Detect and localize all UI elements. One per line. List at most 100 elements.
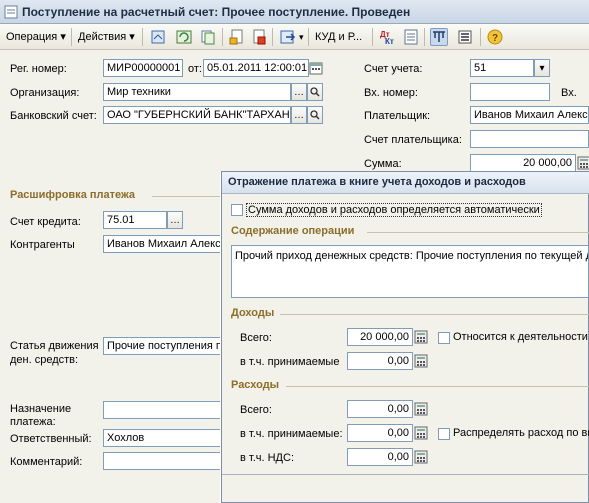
responsible-label: Ответственный: (10, 433, 92, 445)
toolbar-separator (142, 28, 143, 46)
expense-vat-field[interactable]: 0,00 (347, 448, 413, 466)
credit-account-label: Счет кредита: (10, 216, 81, 228)
responsible-field[interactable]: Хохлов (103, 429, 221, 447)
activity-checkbox[interactable] (438, 332, 450, 344)
toolbar-separator (372, 28, 373, 46)
search-icon[interactable] (307, 83, 323, 101)
help-icon[interactable]: ? (486, 28, 504, 46)
print-form-icon[interactable] (402, 28, 420, 46)
bank-account-label: Банковский счет: (10, 110, 97, 122)
toolbar-separator (71, 28, 72, 46)
calculator-icon[interactable] (414, 426, 428, 440)
income-total-label: Всего: (240, 332, 272, 344)
account-field[interactable]: 51 (470, 59, 534, 77)
chevron-down-icon: ▾ (299, 32, 304, 42)
list-icon[interactable] (456, 28, 474, 46)
select-button[interactable]: … (291, 83, 307, 101)
expense-total-field[interactable]: 0,00 (347, 400, 413, 418)
comment-label: Комментарий: (10, 456, 83, 468)
sum-field[interactable]: 20 000,00 (470, 154, 576, 172)
unpost-icon[interactable] (250, 28, 268, 46)
toolbar-separator (222, 28, 223, 46)
section-divider (367, 232, 589, 233)
kud-button[interactable]: КУД и Р... (313, 28, 364, 46)
svg-text:Кт: Кт (385, 37, 394, 45)
window-title: Поступление на расчетный счет: Прочее по… (22, 5, 411, 19)
purpose-label: Назначение (10, 403, 72, 415)
dialog-title: Отражение платежа в книге учета доходов … (228, 176, 526, 188)
payer-account-field[interactable] (470, 130, 589, 148)
income-accepted-field[interactable]: 0,00 (347, 352, 413, 370)
go-to-icon[interactable] (279, 28, 297, 46)
dialog-title-bar: Отражение платежа в книге учета доходов … (222, 172, 589, 194)
calculator-icon[interactable] (414, 330, 428, 344)
toolbar-separator (480, 28, 481, 46)
expense-accepted-label: в т.ч. принимаемые: (240, 428, 343, 440)
auto-sum-checkbox-label[interactable]: Сумма доходов и расходов определяется ав… (246, 203, 542, 217)
distribute-checkbox[interactable] (438, 428, 450, 440)
calculator-icon[interactable] (414, 402, 428, 416)
cashflow-field[interactable]: Прочие поступления п (103, 337, 221, 355)
toolbar-separator (272, 28, 273, 46)
account-label: Счет учета: (364, 63, 423, 75)
calendar-icon[interactable] (309, 61, 323, 75)
date-from-label: от: (188, 63, 202, 75)
payer-label: Плательщик: (364, 110, 431, 122)
cashflow-label: Статья движения (10, 340, 99, 352)
cashflow-label-line2: ден. средств: (10, 354, 79, 366)
dtkt-icon[interactable]: Дт Кт (379, 28, 397, 46)
copy-icon[interactable] (199, 28, 217, 46)
organization-field[interactable]: Мир техники (103, 83, 291, 101)
toolbar-separator (424, 28, 425, 46)
purpose-field[interactable] (103, 401, 221, 419)
credit-account-field[interactable]: 75.01 (103, 211, 167, 229)
operation-menu[interactable]: Операция ▾ (4, 28, 68, 46)
date-field[interactable]: 05.01.2011 12:00:01 (203, 59, 309, 77)
search-icon[interactable] (307, 106, 323, 124)
payer-account-label: Счет плательщика: (364, 134, 462, 146)
chevron-down-icon[interactable]: ▾ (534, 59, 550, 77)
incoming-date-label: Вх. (561, 87, 577, 99)
calculator-icon[interactable] (414, 450, 428, 464)
document-icon (4, 5, 18, 19)
content-textarea[interactable]: Прочий приход денежных средств: Прочие п… (231, 245, 589, 298)
income-total-field[interactable]: 20 000,00 (347, 328, 413, 346)
refresh-icon[interactable] (175, 28, 193, 46)
activity-checkbox-label[interactable]: Относится к деятельности (453, 331, 588, 343)
toolbar: Операция ▾ Действия ▾ ▾ КУД и Р... Дт Кт … (0, 24, 589, 50)
select-button[interactable]: … (291, 106, 307, 124)
auto-sum-checkbox[interactable] (231, 204, 243, 216)
section-divider (280, 314, 589, 315)
incoming-number-label: Вх. номер: (364, 87, 418, 99)
calculator-icon[interactable] (414, 354, 428, 368)
calculator-icon[interactable] (577, 156, 589, 170)
payer-field[interactable]: Иванов Михаил Алекса (470, 106, 589, 124)
bank-account-field[interactable]: ОАО "ГУБЕРНСКИЙ БАНК"ТАРХАН (103, 106, 291, 124)
content-header: Содержание операции (231, 225, 355, 237)
reg-number-field[interactable]: МИР00000001 (103, 59, 183, 77)
reg-number-label: Рег. номер: (10, 63, 67, 75)
counterparty-label: Контрагенты (10, 239, 75, 251)
expense-accepted-field[interactable]: 0,00 (347, 424, 413, 442)
expense-header: Расходы (231, 379, 280, 391)
expense-vat-label: в т.ч. НДС: (240, 452, 295, 464)
structure-icon[interactable] (430, 28, 448, 46)
svg-text:?: ? (492, 33, 498, 44)
organization-label: Организация: (10, 87, 80, 99)
sum-label: Сумма: (364, 158, 402, 170)
select-button[interactable]: … (167, 211, 183, 229)
section-divider (286, 386, 589, 387)
comment-field[interactable] (103, 452, 221, 470)
title-bar: Поступление на расчетный счет: Прочее по… (0, 0, 589, 24)
actions-menu[interactable]: Действия ▾ (76, 28, 137, 46)
post-icon[interactable] (228, 28, 246, 46)
section-divider (152, 196, 222, 197)
income-accepted-label: в т.ч. принимаемые (240, 356, 340, 368)
incoming-number-field[interactable] (470, 83, 550, 101)
income-header: Доходы (231, 307, 275, 319)
distribute-checkbox-label[interactable]: Распределять расход по ви (453, 427, 589, 439)
toolbar-separator (308, 28, 309, 46)
counterparty-field[interactable]: Иванов Михаил Алекс (103, 235, 221, 253)
breakdown-header: Расшифровка платежа (10, 189, 136, 201)
write-close-icon[interactable] (149, 28, 167, 46)
